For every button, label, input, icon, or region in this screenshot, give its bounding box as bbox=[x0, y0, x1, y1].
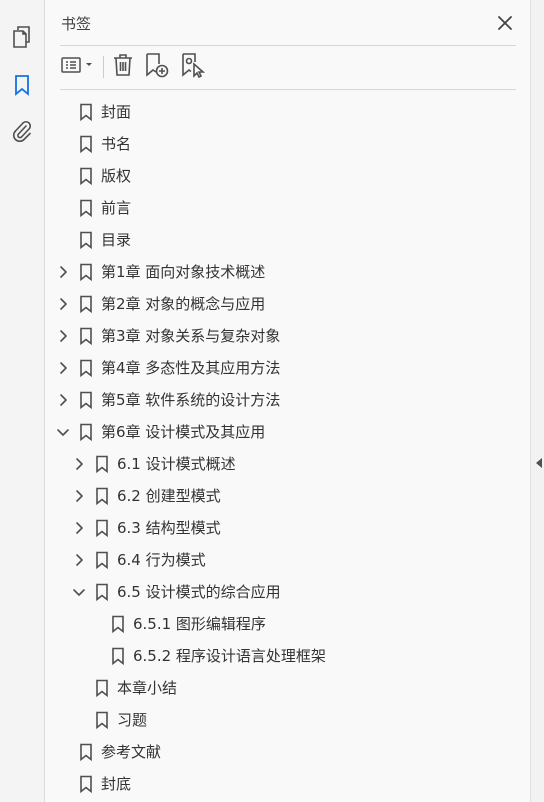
bookmark-item[interactable]: 6.5.2 程序设计语言处理框架 bbox=[45, 640, 530, 672]
chevron-right-icon[interactable] bbox=[56, 265, 70, 279]
bookmark-icon bbox=[95, 711, 109, 730]
chevron-right-icon[interactable] bbox=[72, 553, 86, 567]
bookmark-icon bbox=[79, 327, 93, 346]
bookmark-icon bbox=[79, 231, 93, 250]
bookmark-item[interactable]: 版权 bbox=[45, 160, 530, 192]
bookmarks-toolbar bbox=[45, 46, 530, 89]
bookmark-item[interactable]: 6.5.1 图形编辑程序 bbox=[45, 608, 530, 640]
bookmark-cursor-icon bbox=[180, 52, 206, 82]
new-bookmark-button[interactable] bbox=[143, 53, 171, 81]
bookmark-item[interactable]: 第3章 对象关系与复杂对象 bbox=[45, 320, 530, 352]
bookmark-icon bbox=[95, 583, 109, 602]
panel-collapse-strip[interactable] bbox=[530, 0, 544, 802]
bookmark-icon bbox=[79, 359, 93, 378]
chevron-right-icon[interactable] bbox=[72, 489, 86, 503]
panel-title: 书签 bbox=[61, 15, 92, 33]
bookmark-label: 封面 bbox=[101, 103, 132, 121]
bookmark-icon bbox=[95, 679, 109, 698]
bookmark-icon bbox=[79, 295, 93, 314]
bookmark-item[interactable]: 第1章 面向对象技术概述 bbox=[45, 256, 530, 288]
bookmark-icon bbox=[79, 103, 93, 122]
bookmark-item[interactable]: 封面 bbox=[45, 96, 530, 128]
bookmark-item[interactable]: 6.5 设计模式的综合应用 bbox=[45, 576, 530, 608]
bookmark-label: 6.5.1 图形编辑程序 bbox=[133, 615, 266, 633]
bookmark-label: 前言 bbox=[101, 199, 132, 217]
bookmark-icon bbox=[79, 423, 93, 442]
bookmark-item[interactable]: 书名 bbox=[45, 128, 530, 160]
bookmark-icon bbox=[111, 615, 125, 634]
bookmark-label: 书名 bbox=[101, 135, 132, 153]
navigation-rail bbox=[0, 0, 45, 802]
bookmark-label: 第2章 对象的概念与应用 bbox=[101, 295, 266, 313]
bookmark-item[interactable]: 本章小结 bbox=[45, 672, 530, 704]
bookmark-item[interactable]: 第5章 软件系统的设计方法 bbox=[45, 384, 530, 416]
bookmark-item[interactable]: 6.2 创建型模式 bbox=[45, 480, 530, 512]
toolbar-divider bbox=[103, 56, 104, 78]
bookmark-label: 封底 bbox=[101, 775, 132, 793]
bookmark-label: 第6章 设计模式及其应用 bbox=[101, 423, 266, 441]
bookmark-label: 目录 bbox=[101, 231, 132, 249]
bookmark-icon bbox=[79, 199, 93, 218]
bookmark-item[interactable]: 封底 bbox=[45, 768, 530, 800]
bookmark-icon bbox=[79, 135, 93, 154]
bookmark-item[interactable]: 参考文献 bbox=[45, 736, 530, 768]
bookmark-item[interactable]: 习题 bbox=[45, 704, 530, 736]
attachments-paperclip-icon[interactable] bbox=[8, 117, 36, 145]
bookmark-label: 第3章 对象关系与复杂对象 bbox=[101, 327, 281, 345]
bookmark-label: 第4章 多态性及其应用方法 bbox=[101, 359, 281, 377]
chevron-down-icon[interactable] bbox=[56, 425, 70, 439]
chevron-right-icon[interactable] bbox=[56, 361, 70, 375]
bookmarks-panel-icon[interactable] bbox=[8, 71, 36, 99]
close-panel-button[interactable] bbox=[494, 12, 516, 34]
bookmark-icon bbox=[95, 551, 109, 570]
bookmark-label: 6.4 行为模式 bbox=[117, 551, 206, 569]
bookmark-icon bbox=[79, 263, 93, 282]
bookmark-icon bbox=[79, 391, 93, 410]
bookmark-label: 习题 bbox=[117, 711, 148, 729]
bookmark-label: 第1章 面向对象技术概述 bbox=[101, 263, 266, 281]
bookmark-label: 6.5 设计模式的综合应用 bbox=[117, 583, 281, 601]
chevron-right-icon[interactable] bbox=[56, 329, 70, 343]
delete-bookmark-button[interactable] bbox=[111, 53, 135, 81]
bookmark-item[interactable]: 目录 bbox=[45, 224, 530, 256]
list-options-icon bbox=[60, 55, 96, 79]
bookmark-item[interactable]: 6.4 行为模式 bbox=[45, 544, 530, 576]
chevron-right-icon[interactable] bbox=[56, 393, 70, 407]
chevron-right-icon[interactable] bbox=[72, 521, 86, 535]
bookmark-item[interactable]: 前言 bbox=[45, 192, 530, 224]
bookmarks-panel: 书签 封面 书名 版权 前言 目录 第1章 面向对象技术概述 第2章 对象的概念… bbox=[45, 0, 530, 802]
bookmark-item[interactable]: 第2章 对象的概念与应用 bbox=[45, 288, 530, 320]
bookmark-icon bbox=[111, 647, 125, 666]
bookmark-tree: 封面书名版权前言目录第1章 面向对象技术概述 第2章 对象的概念与应用 第3章 对象… bbox=[45, 96, 530, 800]
trash-icon bbox=[112, 53, 134, 81]
bookmark-label: 第5章 软件系统的设计方法 bbox=[101, 391, 281, 409]
toolbar-bottom-divider bbox=[60, 89, 516, 90]
options-menu-button[interactable] bbox=[59, 53, 97, 81]
bookmark-item[interactable]: 第4章 多态性及其应用方法 bbox=[45, 352, 530, 384]
new-bookmark-from-structure-button[interactable] bbox=[179, 53, 207, 81]
bookmark-item[interactable]: 6.3 结构型模式 bbox=[45, 512, 530, 544]
bookmark-item[interactable]: 6.1 设计模式概述 bbox=[45, 448, 530, 480]
bookmark-label: 参考文献 bbox=[101, 743, 162, 761]
bookmark-icon bbox=[95, 519, 109, 538]
chevron-down-icon[interactable] bbox=[72, 585, 86, 599]
bookmark-icon bbox=[95, 455, 109, 474]
panel-header: 书签 bbox=[45, 0, 530, 46]
bookmark-label: 版权 bbox=[101, 167, 132, 185]
chevron-right-icon[interactable] bbox=[72, 457, 86, 471]
new-bookmark-icon bbox=[144, 52, 170, 82]
bookmark-label: 6.2 创建型模式 bbox=[117, 487, 221, 505]
chevron-right-icon[interactable] bbox=[56, 297, 70, 311]
bookmark-label: 6.3 结构型模式 bbox=[117, 519, 221, 537]
bookmark-label: 本章小结 bbox=[117, 679, 178, 697]
bookmark-icon bbox=[79, 743, 93, 762]
pages-thumbnail-icon[interactable] bbox=[8, 23, 36, 51]
bookmark-item[interactable]: 第6章 设计模式及其应用 bbox=[45, 416, 530, 448]
bookmark-label: 6.1 设计模式概述 bbox=[117, 455, 236, 473]
bookmark-icon bbox=[79, 775, 93, 794]
bookmark-label: 6.5.2 程序设计语言处理框架 bbox=[133, 647, 326, 665]
collapse-arrow-icon bbox=[535, 454, 543, 468]
bookmark-icon bbox=[95, 487, 109, 506]
bookmark-icon bbox=[79, 167, 93, 186]
